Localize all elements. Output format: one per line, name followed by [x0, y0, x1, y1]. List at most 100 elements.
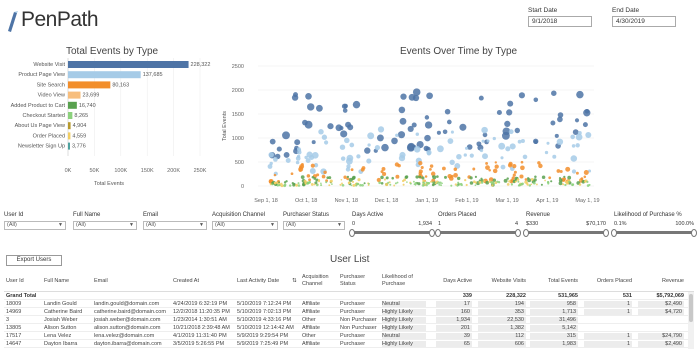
- table-row[interactable]: 13805 Alison Sutton alison.sutton@domain.c…: [4, 324, 694, 332]
- scatter-point: [480, 181, 484, 184]
- slider-handle-max[interactable]: [691, 229, 697, 237]
- scatter-point: [297, 184, 301, 187]
- table-scrollbar[interactable]: [688, 292, 694, 349]
- scatter-point: [474, 184, 477, 187]
- col-header-likelihood-of-purchase[interactable]: Likelihood of Purchase: [382, 274, 426, 288]
- scatter-point: [453, 167, 458, 171]
- cell-user-id: 3: [6, 317, 10, 323]
- filter-user-id-select[interactable]: (All) ▼: [4, 221, 66, 230]
- scatter-point: [389, 183, 392, 186]
- table-row[interactable]: 14647 Dayton Ibarra dayton.ibarra@domain.c…: [4, 340, 694, 348]
- scrollbar-thumb[interactable]: [689, 294, 693, 322]
- scatter-point: [271, 183, 274, 186]
- scatter-point: [510, 183, 514, 186]
- scatter-point: [310, 182, 314, 186]
- export-users-button[interactable]: Export Users: [6, 255, 62, 266]
- filter-purchaser-status-select[interactable]: (All) ▼: [283, 221, 345, 230]
- scatter-point: [339, 144, 346, 150]
- scatter-point: [449, 159, 455, 165]
- scatter-point: [453, 172, 458, 178]
- scatter-point: [575, 143, 580, 148]
- scatter-point: [584, 108, 590, 114]
- bar: [68, 112, 73, 119]
- col-header-user-id[interactable]: User Id: [6, 278, 24, 285]
- col-header-last-activity-date[interactable]: Last Activity Date: [237, 278, 279, 285]
- scatter-point: [514, 127, 520, 134]
- scatter-point: [424, 115, 430, 120]
- cell-last-activity-date: 5/10/2019 7:12:24 PM: [237, 301, 292, 307]
- slider-handle-max[interactable]: [515, 229, 521, 237]
- total-revenue: $5,792,069: [656, 293, 684, 299]
- slider-handle-min[interactable]: [435, 229, 441, 237]
- col-header-email[interactable]: Email: [94, 278, 108, 285]
- range-slider-track[interactable]: [611, 229, 697, 237]
- scatter-point: [356, 154, 361, 159]
- scatter-point: [350, 184, 353, 187]
- y-tick-label: 2500: [232, 64, 244, 70]
- scatter-point: [437, 181, 440, 184]
- scatter-point: [399, 151, 406, 159]
- scatter-point: [506, 177, 509, 180]
- scatter-point: [269, 138, 276, 145]
- cell-website-visits: 194: [478, 301, 526, 307]
- cell-website-visits: 606: [478, 341, 526, 347]
- range-label: Revenue: [526, 212, 551, 218]
- cell-created-at: 10/21/2018 2:39:48 AM: [173, 325, 230, 331]
- filter-acquisition-channel-select[interactable]: (All) ▼: [212, 221, 278, 230]
- scatter-point: [297, 182, 300, 185]
- slider-handle-min[interactable]: [523, 229, 529, 237]
- scatter-point: [278, 183, 281, 187]
- scatter-point: [307, 103, 315, 111]
- scatter-point: [421, 184, 425, 187]
- scatter-point: [381, 143, 389, 152]
- total-orders: 531: [622, 293, 632, 299]
- col-header-orders-placed[interactable]: Orders Placed: [584, 278, 632, 285]
- scatter-point: [507, 100, 514, 107]
- scatter-point: [515, 180, 517, 183]
- scatter-point: [456, 184, 459, 187]
- col-header-full-name[interactable]: Full Name: [44, 278, 69, 285]
- range-slider-track[interactable]: [349, 229, 435, 237]
- scatter-point: [391, 176, 394, 180]
- table-row[interactable]: 18009 Landin Gould landin.gould@domain.com…: [4, 300, 694, 308]
- scatter-point: [571, 169, 577, 174]
- table-row[interactable]: 3 Josiah Weber josiah.weber@domain.com 1/23…: [4, 316, 694, 324]
- scatter-point: [540, 183, 543, 186]
- scatter-point: [328, 176, 332, 180]
- scatter-point: [508, 161, 513, 167]
- scatter-point: [351, 180, 355, 183]
- col-header-days-active[interactable]: Days Active: [436, 278, 472, 285]
- cell-revenue: $24,790: [638, 333, 684, 339]
- category-label: Product Page View: [18, 72, 65, 78]
- sort-icon[interactable]: ⇅: [292, 278, 297, 285]
- col-header-created-at[interactable]: Created At: [173, 278, 199, 285]
- scatter-point: [456, 176, 461, 181]
- scatter-point: [339, 126, 344, 131]
- end-date-input[interactable]: 4/30/2019: [612, 16, 676, 27]
- col-header-revenue[interactable]: Revenue: [638, 278, 684, 285]
- x-tick-label: 50K: [90, 168, 100, 174]
- scatter-point: [564, 183, 567, 187]
- range-slider-track[interactable]: [523, 229, 609, 237]
- range-slider-track[interactable]: [435, 229, 521, 237]
- col-header-acquisition-channel[interactable]: Acquisition Channel: [302, 274, 336, 288]
- table-row[interactable]: 17517 Lena Velez lena.velez@domain.com 4/1/…: [4, 332, 694, 340]
- scatter-point: [352, 183, 356, 187]
- scatter-point: [428, 182, 431, 184]
- start-date-input[interactable]: 9/1/2018: [528, 16, 592, 27]
- scatter-point: [360, 167, 365, 172]
- table-row[interactable]: 14969 Catherine Baird catherine.baird@doma…: [4, 308, 694, 316]
- slider-handle-min[interactable]: [349, 229, 355, 237]
- col-header-website-visits[interactable]: Website Visits: [478, 278, 526, 285]
- scatter-point: [398, 106, 406, 114]
- filter-email-select[interactable]: (All) ▼: [143, 221, 207, 230]
- scatter-point: [413, 180, 415, 183]
- slider-handle-max[interactable]: [603, 229, 609, 237]
- col-header-purchaser-status[interactable]: Purchaser Status: [340, 274, 374, 288]
- filter-full-name-select[interactable]: (All) ▼: [73, 221, 137, 230]
- scatter-point: [441, 182, 443, 185]
- scatter-point: [327, 123, 334, 130]
- slider-handle-min[interactable]: [611, 229, 617, 237]
- col-header-total-events[interactable]: Total Events: [530, 278, 578, 285]
- scatter-point: [385, 176, 389, 180]
